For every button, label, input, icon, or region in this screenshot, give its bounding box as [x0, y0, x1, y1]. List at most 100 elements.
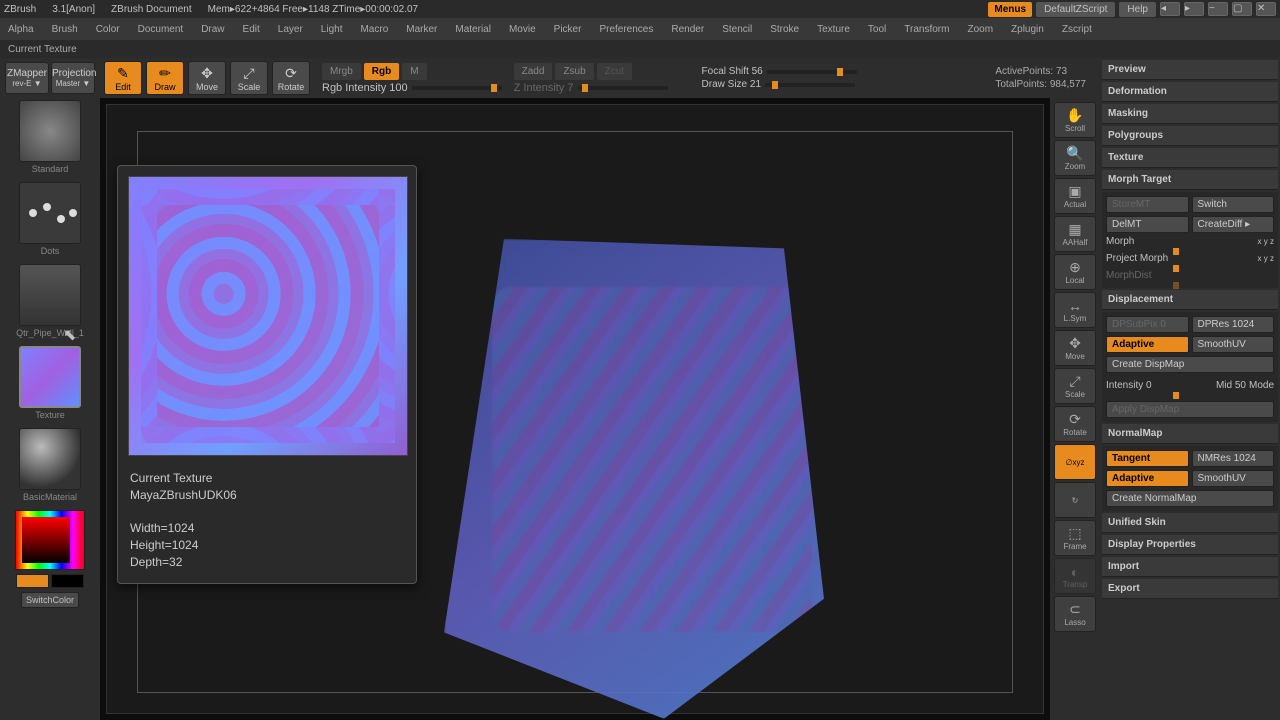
help-button[interactable]: Help [1119, 2, 1156, 17]
menu-light[interactable]: Light [321, 24, 343, 35]
menu-document[interactable]: Document [138, 24, 184, 35]
lsym-tool[interactable]: ↔L.Sym [1054, 292, 1096, 328]
focal-shift-slider[interactable]: Focal Shift 56 [702, 66, 763, 77]
close-icon[interactable]: ✕ [1256, 2, 1276, 16]
menu-render[interactable]: Render [671, 24, 704, 35]
lasso-tool[interactable]: ⊂Lasso [1054, 596, 1096, 632]
zcut-button[interactable]: Zcut [597, 63, 632, 80]
export-header[interactable]: Export [1102, 579, 1278, 599]
mrgb-button[interactable]: Mrgb [322, 63, 361, 80]
menu-tool[interactable]: Tool [868, 24, 886, 35]
nm-smoothuv-button[interactable]: SmoothUV [1192, 470, 1275, 487]
menu-zplugin[interactable]: Zplugin [1011, 24, 1044, 35]
scale-button[interactable]: ⤢Scale [230, 61, 268, 95]
zmapper-button[interactable]: ZMapperrev-E ▼ [5, 62, 49, 94]
menu-layer[interactable]: Layer [278, 24, 303, 35]
disp-adaptive-button[interactable]: Adaptive [1106, 336, 1189, 353]
menu-marker[interactable]: Marker [406, 24, 437, 35]
nmres-button[interactable]: NMRes 1024 [1192, 450, 1275, 467]
rotate-tool[interactable]: ⟳Rotate [1054, 406, 1096, 442]
scale-tool[interactable]: ⤢Scale [1054, 368, 1096, 404]
menu-picker[interactable]: Picker [554, 24, 582, 35]
delmt-button[interactable]: DelMT [1106, 216, 1189, 233]
nav-right-icon[interactable]: ▸ [1184, 2, 1204, 16]
storemt-button[interactable]: StoreMT [1106, 196, 1189, 213]
material-thumb[interactable] [19, 428, 81, 490]
swatch-primary[interactable] [16, 574, 49, 588]
projection-master-button[interactable]: ProjectionMaster ▼ [51, 62, 95, 94]
morph-xyz[interactable]: x y z [1258, 237, 1274, 246]
dpsubpix-button[interactable]: DPSubPix 0 [1106, 316, 1189, 333]
menu-preferences[interactable]: Preferences [599, 24, 653, 35]
menu-color[interactable]: Color [96, 24, 120, 35]
menu-zscript[interactable]: Zscript [1062, 24, 1092, 35]
unified-skin-header[interactable]: Unified Skin [1102, 513, 1278, 533]
edit-button[interactable]: ✎Edit [104, 61, 142, 95]
preview-header[interactable]: Preview [1102, 60, 1278, 80]
menu-brush[interactable]: Brush [52, 24, 78, 35]
switch-button[interactable]: Switch [1192, 196, 1275, 213]
menu-transform[interactable]: Transform [904, 24, 949, 35]
menu-movie[interactable]: Movie [509, 24, 536, 35]
polygroups-header[interactable]: Polygroups [1102, 126, 1278, 146]
deformation-header[interactable]: Deformation [1102, 82, 1278, 102]
brush-thumb[interactable] [19, 100, 81, 162]
rotate-button[interactable]: ⟳Rotate [272, 61, 310, 95]
texture-header[interactable]: Texture [1102, 148, 1278, 168]
m-button[interactable]: M [402, 63, 426, 80]
creatediff-button[interactable]: CreateDiff ▸ [1192, 216, 1275, 233]
swatch-secondary[interactable] [51, 574, 84, 588]
menus-button[interactable]: Menus [988, 2, 1032, 17]
menu-edit[interactable]: Edit [243, 24, 260, 35]
nm-adaptive-button[interactable]: Adaptive [1106, 470, 1189, 487]
dpres-button[interactable]: DPRes 1024 [1192, 316, 1275, 333]
alpha-thumb[interactable] [19, 264, 81, 326]
masking-header[interactable]: Masking [1102, 104, 1278, 124]
rgb-intensity-slider[interactable]: Rgb Intensity 100 [322, 82, 408, 94]
menu-material[interactable]: Material [455, 24, 491, 35]
project-xyz[interactable]: x y z [1258, 254, 1274, 263]
transp-tool[interactable]: ◐Transp [1054, 558, 1096, 594]
tangent-button[interactable]: Tangent [1106, 450, 1189, 467]
create-dispmap-button[interactable]: Create DispMap [1106, 356, 1274, 373]
rgb-button[interactable]: Rgb [364, 63, 399, 80]
scroll-tool[interactable]: ✋Scroll [1054, 102, 1096, 138]
z-intensity-slider[interactable]: Z Intensity 7 [514, 82, 574, 94]
create-normalmap-button[interactable]: Create NormalMap [1106, 490, 1274, 507]
morph-target-header[interactable]: Morph Target [1102, 170, 1278, 190]
disp-mode-label[interactable]: Mode [1249, 380, 1274, 391]
zadd-button[interactable]: Zadd [514, 63, 553, 80]
xyz-tool[interactable]: ∅xyz [1054, 444, 1096, 480]
menu-texture[interactable]: Texture [817, 24, 850, 35]
menu-draw[interactable]: Draw [201, 24, 224, 35]
disp-smoothuv-button[interactable]: SmoothUV [1192, 336, 1275, 353]
viewport[interactable]: Current Texture MayaZBrushUDK06 Width=10… [106, 104, 1044, 714]
import-header[interactable]: Import [1102, 557, 1278, 577]
texture-thumb[interactable] [19, 346, 81, 408]
local-tool[interactable]: ⊕Local [1054, 254, 1096, 290]
defaultscript-button[interactable]: DefaultZScript [1036, 2, 1115, 17]
menu-stencil[interactable]: Stencil [722, 24, 752, 35]
persp-tool[interactable]: ↻ [1054, 482, 1096, 518]
draw-button[interactable]: ✏Draw [146, 61, 184, 95]
maximize-icon[interactable]: ▢ [1232, 2, 1252, 16]
menu-zoom[interactable]: Zoom [967, 24, 993, 35]
display-properties-header[interactable]: Display Properties [1102, 535, 1278, 555]
menu-stroke[interactable]: Stroke [770, 24, 799, 35]
switchcolor-button[interactable]: SwitchColor [21, 592, 79, 608]
color-picker[interactable] [15, 510, 85, 570]
disp-intensity-label[interactable]: Intensity 0 [1106, 380, 1152, 391]
move-button[interactable]: ✥Move [188, 61, 226, 95]
zoom-tool[interactable]: 🔍Zoom [1054, 140, 1096, 176]
disp-mid-label[interactable]: Mid 50 [1216, 380, 1246, 391]
move-tool[interactable]: ✥Move [1054, 330, 1096, 366]
aahalf-tool[interactable]: ▦AAHalf [1054, 216, 1096, 252]
actual-tool[interactable]: ▣Actual [1054, 178, 1096, 214]
menu-macro[interactable]: Macro [360, 24, 388, 35]
draw-size-slider[interactable]: Draw Size 21 [702, 79, 761, 90]
stroke-thumb[interactable] [19, 182, 81, 244]
minimize-icon[interactable]: − [1208, 2, 1228, 16]
zsub-button[interactable]: Zsub [555, 63, 593, 80]
frame-tool[interactable]: ⬚Frame [1054, 520, 1096, 556]
normalmap-header[interactable]: NormalMap [1102, 424, 1278, 444]
